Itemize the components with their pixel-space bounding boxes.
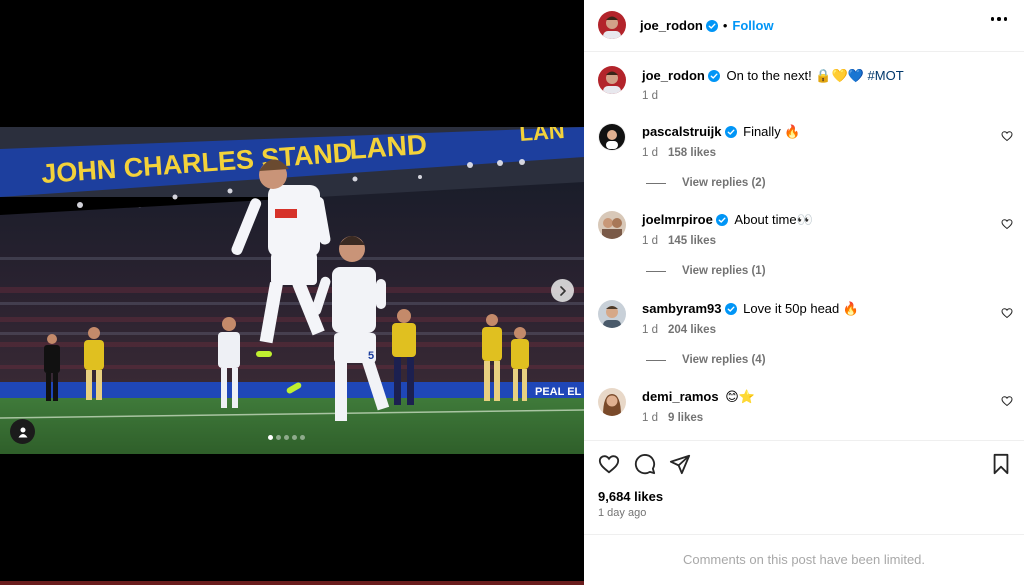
heart-icon[interactable] [1001,130,1013,142]
view-replies-button[interactable]: View replies (2) [646,177,766,189]
verified-badge-icon [724,303,737,315]
tagged-users-button[interactable] [10,419,35,444]
view-replies-label: View replies (2) [682,177,766,189]
caption-text: On to the next! 🔒💛💙 [726,68,864,83]
comment-likes[interactable]: 204 likes [668,324,716,336]
view-replies-label: View replies (4) [682,354,766,366]
author-avatar[interactable] [598,11,626,39]
caption-avatar[interactable] [598,66,626,94]
verified-badge-icon [707,70,720,82]
comment-item: joelmrpiroe About time👀 1 d 145 likes Vie… [584,211,1024,291]
comment-text-line: sambyram93 Love it 50p head 🔥 [642,301,859,317]
comment-likes[interactable]: 158 likes [668,147,716,159]
carousel-dot [268,435,273,440]
verified-badge-icon [715,214,728,226]
comment-text: About time👀 [734,212,813,227]
comment-meta: 1 d 9 likes [642,412,703,424]
view-replies-label: View replies (1) [682,265,766,277]
author-username[interactable]: joe_rodon [640,18,703,33]
caption-text-line: joe_rodon On to the next! 🔒💛💙 #MOT [642,68,904,84]
user-tag-icon [18,427,27,437]
follow-button[interactable]: Follow [732,18,773,33]
comment-time: 1 d [642,412,658,424]
comment-username[interactable]: pascalstruijk [642,124,722,139]
caption-hashtag[interactable]: #MOT [868,68,904,83]
land-banner-text-2: LAN [519,127,566,146]
post-caption: joe_rodon On to the next! 🔒💛💙 #MOT 1 d [584,66,1024,106]
comment-text-line: pascalstruijk Finally 🔥 [642,124,801,140]
post-side-panel: joe_rodon • Follow joe_rodon On to the nex… [584,0,1024,585]
comment-item: sambyram93 Love it 50p head 🔥 1 d 204 lik… [584,300,1024,380]
comment-username[interactable]: joelmrpiroe [642,212,713,227]
ad-board-text: PEAL EL [535,386,582,398]
comment-text-line: joelmrpiroe About time👀 [642,212,813,228]
comment-text-line: demi_ramos 😊⭐ [642,389,755,405]
heart-icon[interactable] [598,453,620,475]
view-replies-button[interactable]: View replies (1) [646,265,766,277]
comment-username[interactable]: sambyram93 [642,301,722,316]
comment-avatar[interactable] [598,123,626,151]
post-photo[interactable]: JOHN CHARLES STAND LAND LAN PEAL EL 5 [0,127,584,454]
comment-likes[interactable]: 145 likes [668,235,716,247]
comment-text: Finally 🔥 [743,124,801,139]
comment-avatar[interactable] [598,211,626,239]
heart-icon[interactable] [1001,395,1013,407]
caption-time: 1 d [642,90,658,102]
carousel-dot [300,435,305,440]
bottom-edge [0,581,584,585]
comment-likes[interactable]: 9 likes [668,412,703,424]
comment-text: Love it 50p head 🔥 [743,301,860,316]
view-replies-button[interactable]: View replies (4) [646,354,766,366]
comment-avatar[interactable] [598,388,626,416]
carousel-dot [276,435,281,440]
comment-item: pascalstruijk Finally 🔥 1 d 158 likes Vie… [584,123,1024,203]
comment-text: 😊⭐ [725,389,755,404]
header-user-line: joe_rodon • Follow [640,17,774,35]
comment-time: 1 d [642,324,658,336]
comment-avatar[interactable] [598,300,626,328]
svg-text:5: 5 [368,350,374,362]
carousel-dot [284,435,289,440]
carousel-indicator [268,435,305,440]
post-media: JOHN CHARLES STAND LAND LAN PEAL EL 5 [0,0,584,585]
comment-icon[interactable] [634,453,656,475]
replies-line [646,270,666,272]
post-actions: 9,684 likes 1 day ago [584,440,1024,534]
verified-badge-icon [724,126,737,138]
comments-limited-notice: Comments on this post have been limited. [584,534,1024,585]
comment-meta: 1 d 204 likes [642,324,716,336]
chevron-right-icon [559,285,566,296]
replies-line [646,359,666,361]
land-banner-text: LAND [348,129,428,165]
heart-icon[interactable] [1001,218,1013,230]
caption-time-text: 1 d [642,90,658,102]
comment-time: 1 d [642,235,658,247]
comment-meta: 1 d 145 likes [642,235,716,247]
carousel-dot [292,435,297,440]
caption-username[interactable]: joe_rodon [642,68,705,83]
post-header: joe_rodon • Follow [584,0,1024,52]
verified-badge-icon [705,20,718,32]
comment-meta: 1 d 158 likes [642,147,716,159]
comment-item: demi_ramos 😊⭐ 1 d 9 likes [584,388,1024,428]
post-likes-count[interactable]: 9,684 likes [598,489,663,504]
follow-separator: • [722,18,728,33]
comment-username[interactable]: demi_ramos [642,389,719,404]
carousel-next-button[interactable] [551,279,574,302]
bookmark-icon[interactable] [991,453,1011,475]
post-time-ago[interactable]: 1 day ago [598,507,646,519]
more-options-icon[interactable] [990,17,1007,21]
replies-line [646,182,666,184]
comment-time: 1 d [642,147,658,159]
heart-icon[interactable] [1001,307,1013,319]
share-icon[interactable] [669,453,691,475]
